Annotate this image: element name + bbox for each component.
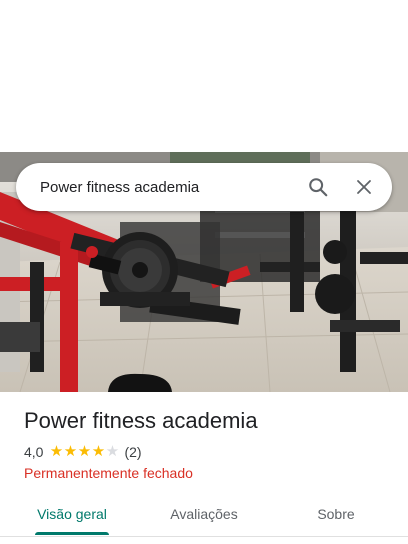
star-icon: ★ — [91, 443, 106, 460]
divider — [0, 536, 408, 537]
rating-value: 4,0 — [24, 444, 44, 460]
review-count[interactable]: (2) — [124, 444, 141, 460]
close-button[interactable] — [344, 167, 384, 207]
search-button[interactable] — [298, 167, 338, 207]
rating-stars: ★ ★ ★ ★ ★ — [49, 444, 119, 460]
tab-about[interactable]: Sobre — [296, 492, 376, 536]
place-title: Power fitness academia — [24, 408, 258, 433]
star-icon: ★ — [77, 443, 92, 460]
active-tab-indicator — [35, 532, 109, 535]
star-icon: ★ — [63, 443, 78, 460]
map-area — [0, 0, 408, 152]
search-icon — [309, 178, 328, 197]
search-bar[interactable]: Power fitness academia — [16, 163, 392, 211]
search-input[interactable]: Power fitness academia — [40, 179, 298, 196]
rating-row[interactable]: 4,0 ★ ★ ★ ★ ★ (2) — [24, 444, 142, 461]
tab-bar: Visão geral Avaliações Sobre — [0, 492, 408, 536]
star-icon: ★ — [105, 443, 120, 460]
tab-overview[interactable]: Visão geral — [26, 492, 118, 536]
close-icon — [357, 180, 371, 194]
star-icon: ★ — [49, 443, 64, 460]
status-badge: Permanentemente fechado — [24, 465, 193, 481]
tab-reviews[interactable]: Avaliações — [158, 492, 250, 536]
